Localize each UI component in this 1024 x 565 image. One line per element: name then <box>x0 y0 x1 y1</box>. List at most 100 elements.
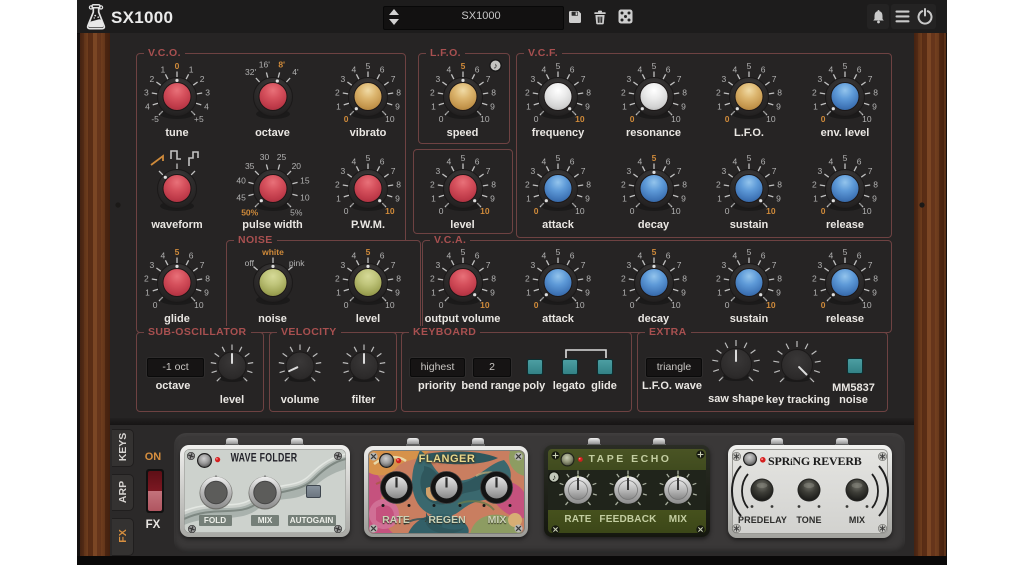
svg-text:8: 8 <box>873 87 878 97</box>
svg-text:9: 9 <box>395 194 400 204</box>
svg-text:3: 3 <box>818 260 823 270</box>
svg-text:♪: ♪ <box>493 60 497 70</box>
svg-text:9: 9 <box>585 288 590 298</box>
svg-text:7: 7 <box>485 166 490 176</box>
svg-text:7: 7 <box>868 74 873 84</box>
svg-text:white: white <box>261 247 284 257</box>
svg-text:5: 5 <box>175 247 180 257</box>
svg-text:6: 6 <box>380 65 385 75</box>
svg-text:1: 1 <box>813 288 818 298</box>
svg-text:7: 7 <box>676 260 681 270</box>
svg-text:3: 3 <box>435 260 440 270</box>
svg-text:5: 5 <box>747 247 752 257</box>
svg-text:8: 8 <box>205 273 210 283</box>
svg-text:4: 4 <box>733 251 738 261</box>
svg-text:6: 6 <box>570 157 575 167</box>
svg-text:3: 3 <box>435 166 440 176</box>
svg-text:0: 0 <box>725 300 730 310</box>
svg-text:10: 10 <box>862 300 872 310</box>
svg-text:1: 1 <box>431 102 436 112</box>
svg-text:8: 8 <box>586 273 591 283</box>
svg-text:30: 30 <box>259 152 269 162</box>
svg-text:4: 4 <box>446 65 451 75</box>
svg-text:8: 8 <box>682 273 687 283</box>
svg-text:9: 9 <box>872 102 877 112</box>
svg-text:4: 4 <box>542 251 547 261</box>
svg-text:1: 1 <box>622 288 627 298</box>
svg-text:0: 0 <box>725 206 730 216</box>
svg-text:9: 9 <box>490 288 495 298</box>
svg-text:4: 4 <box>352 65 357 75</box>
svg-text:6: 6 <box>665 65 670 75</box>
svg-text:1: 1 <box>145 288 150 298</box>
svg-text:7: 7 <box>676 74 681 84</box>
svg-text:7: 7 <box>485 74 490 84</box>
svg-text:0: 0 <box>629 114 634 124</box>
svg-text:4: 4 <box>829 65 834 75</box>
svg-text:0: 0 <box>153 300 158 310</box>
svg-text:10: 10 <box>300 193 310 203</box>
svg-text:2: 2 <box>144 273 149 283</box>
svg-text:6: 6 <box>665 251 670 261</box>
svg-text:1: 1 <box>431 194 436 204</box>
svg-text:4: 4 <box>352 157 357 167</box>
svg-text:1: 1 <box>526 102 531 112</box>
svg-text:9: 9 <box>490 102 495 112</box>
svg-text:3: 3 <box>531 260 536 270</box>
svg-text:5: 5 <box>747 61 752 71</box>
svg-text:10: 10 <box>671 206 681 216</box>
svg-text:1: 1 <box>813 194 818 204</box>
svg-text:3: 3 <box>531 166 536 176</box>
svg-text:2: 2 <box>621 87 626 97</box>
svg-text:10: 10 <box>766 300 776 310</box>
svg-text:9: 9 <box>872 194 877 204</box>
svg-text:3: 3 <box>531 74 536 84</box>
svg-text:0: 0 <box>438 300 443 310</box>
svg-text:10: 10 <box>575 114 585 124</box>
svg-text:6: 6 <box>380 157 385 167</box>
svg-text:1: 1 <box>431 288 436 298</box>
svg-text:5: 5 <box>747 153 752 163</box>
svg-text:9: 9 <box>585 194 590 204</box>
svg-text:3: 3 <box>144 87 149 97</box>
svg-text:2: 2 <box>335 273 340 283</box>
svg-text:10: 10 <box>385 206 395 216</box>
svg-text:1: 1 <box>526 194 531 204</box>
svg-text:9: 9 <box>395 102 400 112</box>
svg-text:10: 10 <box>194 300 204 310</box>
svg-text:6: 6 <box>474 157 479 167</box>
svg-text:8: 8 <box>682 87 687 97</box>
svg-text:6: 6 <box>380 251 385 261</box>
svg-text:1: 1 <box>622 102 627 112</box>
svg-text:7: 7 <box>581 74 586 84</box>
svg-text:0: 0 <box>344 300 349 310</box>
svg-text:1: 1 <box>336 194 341 204</box>
svg-text:2: 2 <box>812 273 817 283</box>
svg-text:10: 10 <box>480 300 490 310</box>
svg-text:4: 4 <box>542 65 547 75</box>
svg-text:2: 2 <box>621 179 626 189</box>
svg-text:6: 6 <box>857 157 862 167</box>
svg-text:5: 5 <box>460 247 465 257</box>
svg-text:0: 0 <box>821 114 826 124</box>
svg-text:1: 1 <box>336 102 341 112</box>
svg-text:6: 6 <box>474 65 479 75</box>
svg-text:2: 2 <box>430 273 435 283</box>
svg-text:9: 9 <box>681 288 686 298</box>
svg-text:7: 7 <box>581 166 586 176</box>
svg-text:4: 4 <box>352 251 357 261</box>
svg-text:6: 6 <box>857 251 862 261</box>
svg-text:2: 2 <box>716 179 721 189</box>
svg-text:7: 7 <box>391 260 396 270</box>
svg-text:3: 3 <box>150 260 155 270</box>
svg-text:1: 1 <box>189 65 194 75</box>
svg-text:0: 0 <box>534 206 539 216</box>
svg-text:7: 7 <box>772 166 777 176</box>
svg-text:9: 9 <box>872 288 877 298</box>
svg-text:0: 0 <box>821 206 826 216</box>
svg-text:4: 4 <box>161 251 166 261</box>
svg-text:8: 8 <box>873 179 878 189</box>
svg-text:3: 3 <box>626 166 631 176</box>
svg-text:6: 6 <box>570 65 575 75</box>
svg-text:16': 16' <box>258 60 269 70</box>
